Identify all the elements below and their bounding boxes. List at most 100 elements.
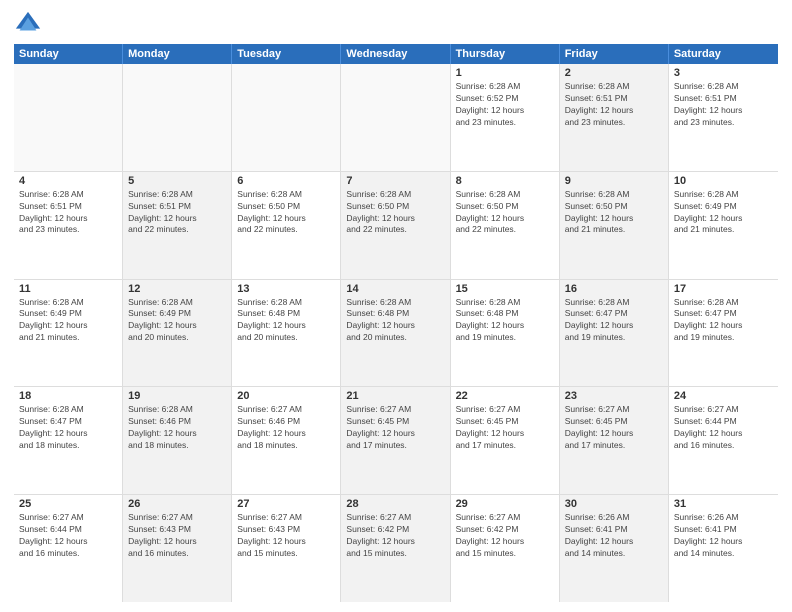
calendar-cell: 14 Sunrise: 6:28 AM Sunset: 6:48 PM Dayli… [341, 280, 450, 387]
day-info: Sunrise: 6:26 AM Sunset: 6:41 PM Dayligh… [565, 512, 663, 560]
calendar-cell: 21 Sunrise: 6:27 AM Sunset: 6:45 PM Dayli… [341, 387, 450, 494]
week-row-1: 1Sunrise: 6:28 AM Sunset: 6:52 PM Daylig… [14, 64, 778, 172]
day-info: Sunrise: 6:27 AM Sunset: 6:46 PM Dayligh… [237, 404, 335, 452]
day-info: Sunrise: 6:28 AM Sunset: 6:51 PM Dayligh… [674, 81, 773, 129]
calendar-cell: 4 Sunrise: 6:28 AM Sunset: 6:51 PM Daylig… [14, 172, 123, 279]
calendar-cell: 10 Sunrise: 6:28 AM Sunset: 6:49 PM Dayli… [669, 172, 778, 279]
day-number: 22 [456, 390, 554, 402]
day-number: 9 [565, 175, 663, 187]
day-info: Sunrise: 6:27 AM Sunset: 6:45 PM Dayligh… [456, 404, 554, 452]
day-number: 24 [674, 390, 773, 402]
calendar-cell: 15Sunrise: 6:28 AM Sunset: 6:48 PM Dayli… [451, 280, 560, 387]
day-number: 30 [565, 498, 663, 510]
calendar-cell: 23 Sunrise: 6:27 AM Sunset: 6:45 PM Dayli… [560, 387, 669, 494]
day-info: Sunrise: 6:27 AM Sunset: 6:43 PM Dayligh… [237, 512, 335, 560]
day-info: Sunrise: 6:28 AM Sunset: 6:50 PM Dayligh… [346, 189, 444, 237]
calendar-cell [123, 64, 232, 171]
day-info: Sunrise: 6:28 AM Sunset: 6:52 PM Dayligh… [456, 81, 554, 129]
header-tuesday: Tuesday [232, 44, 341, 64]
calendar-cell: 19Sunrise: 6:28 AM Sunset: 6:46 PM Dayli… [123, 387, 232, 494]
calendar: Sunday Monday Tuesday Wednesday Thursday… [14, 44, 778, 602]
logo [14, 10, 46, 38]
day-info: Sunrise: 6:28 AM Sunset: 6:50 PM Dayligh… [237, 189, 335, 237]
calendar-cell: 27 Sunrise: 6:27 AM Sunset: 6:43 PM Dayli… [232, 495, 341, 602]
day-number: 20 [237, 390, 335, 402]
day-info: Sunrise: 6:28 AM Sunset: 6:51 PM Dayligh… [19, 189, 117, 237]
day-number: 10 [674, 175, 773, 187]
day-info: Sunrise: 6:28 AM Sunset: 6:46 PM Dayligh… [128, 404, 226, 452]
day-number: 7 [346, 175, 444, 187]
day-number: 3 [674, 67, 773, 79]
page: Sunday Monday Tuesday Wednesday Thursday… [0, 0, 792, 612]
day-number: 27 [237, 498, 335, 510]
header-wednesday: Wednesday [341, 44, 450, 64]
day-info: Sunrise: 6:27 AM Sunset: 6:43 PM Dayligh… [128, 512, 226, 560]
calendar-cell: 3 Sunrise: 6:28 AM Sunset: 6:51 PM Daylig… [669, 64, 778, 171]
day-number: 8 [456, 175, 554, 187]
day-info: Sunrise: 6:28 AM Sunset: 6:49 PM Dayligh… [674, 189, 773, 237]
week-row-4: 18 Sunrise: 6:28 AM Sunset: 6:47 PM Dayli… [14, 387, 778, 495]
calendar-cell: 29 Sunrise: 6:27 AM Sunset: 6:42 PM Dayli… [451, 495, 560, 602]
day-info: Sunrise: 6:28 AM Sunset: 6:47 PM Dayligh… [19, 404, 117, 452]
calendar-cell: 6 Sunrise: 6:28 AM Sunset: 6:50 PM Daylig… [232, 172, 341, 279]
day-number: 14 [346, 283, 444, 295]
calendar-cell [14, 64, 123, 171]
calendar-cell: 16 Sunrise: 6:28 AM Sunset: 6:47 PM Dayli… [560, 280, 669, 387]
day-number: 11 [19, 283, 117, 295]
day-info: Sunrise: 6:26 AM Sunset: 6:41 PM Dayligh… [674, 512, 773, 560]
day-info: Sunrise: 6:28 AM Sunset: 6:50 PM Dayligh… [565, 189, 663, 237]
calendar-cell: 26Sunrise: 6:27 AM Sunset: 6:43 PM Dayli… [123, 495, 232, 602]
calendar-cell: 1Sunrise: 6:28 AM Sunset: 6:52 PM Daylig… [451, 64, 560, 171]
day-info: Sunrise: 6:27 AM Sunset: 6:45 PM Dayligh… [346, 404, 444, 452]
day-number: 12 [128, 283, 226, 295]
day-info: Sunrise: 6:28 AM Sunset: 6:47 PM Dayligh… [565, 297, 663, 345]
calendar-cell [341, 64, 450, 171]
calendar-body: 1Sunrise: 6:28 AM Sunset: 6:52 PM Daylig… [14, 64, 778, 602]
header-sunday: Sunday [14, 44, 123, 64]
day-number: 4 [19, 175, 117, 187]
day-number: 15 [456, 283, 554, 295]
day-info: Sunrise: 6:27 AM Sunset: 6:44 PM Dayligh… [19, 512, 117, 560]
calendar-header: Sunday Monday Tuesday Wednesday Thursday… [14, 44, 778, 64]
week-row-3: 11 Sunrise: 6:28 AM Sunset: 6:49 PM Dayli… [14, 280, 778, 388]
day-number: 23 [565, 390, 663, 402]
day-info: Sunrise: 6:28 AM Sunset: 6:50 PM Dayligh… [456, 189, 554, 237]
calendar-cell: 22 Sunrise: 6:27 AM Sunset: 6:45 PM Dayli… [451, 387, 560, 494]
day-info: Sunrise: 6:28 AM Sunset: 6:48 PM Dayligh… [346, 297, 444, 345]
day-number: 18 [19, 390, 117, 402]
header [14, 10, 778, 38]
calendar-cell: 11Sunrise: 6:28 AM Sunset: 6:49 PM Dayli… [14, 280, 123, 387]
header-monday: Monday [123, 44, 232, 64]
calendar-cell: 13Sunrise: 6:28 AM Sunset: 6:48 PM Dayli… [232, 280, 341, 387]
calendar-cell: 28 Sunrise: 6:27 AM Sunset: 6:42 PM Dayli… [341, 495, 450, 602]
day-number: 16 [565, 283, 663, 295]
calendar-cell: 20 Sunrise: 6:27 AM Sunset: 6:46 PM Dayli… [232, 387, 341, 494]
calendar-cell [232, 64, 341, 171]
week-row-5: 25 Sunrise: 6:27 AM Sunset: 6:44 PM Dayli… [14, 495, 778, 602]
calendar-cell: 12 Sunrise: 6:28 AM Sunset: 6:49 PM Dayli… [123, 280, 232, 387]
day-info: Sunrise: 6:28 AM Sunset: 6:49 PM Dayligh… [128, 297, 226, 345]
day-number: 13 [237, 283, 335, 295]
day-number: 28 [346, 498, 444, 510]
day-number: 29 [456, 498, 554, 510]
calendar-cell: 17Sunrise: 6:28 AM Sunset: 6:47 PM Dayli… [669, 280, 778, 387]
day-info: Sunrise: 6:27 AM Sunset: 6:45 PM Dayligh… [565, 404, 663, 452]
day-number: 6 [237, 175, 335, 187]
calendar-cell: 2Sunrise: 6:28 AM Sunset: 6:51 PM Daylig… [560, 64, 669, 171]
header-friday: Friday [560, 44, 669, 64]
day-number: 25 [19, 498, 117, 510]
day-number: 2 [565, 67, 663, 79]
week-row-2: 4 Sunrise: 6:28 AM Sunset: 6:51 PM Daylig… [14, 172, 778, 280]
calendar-cell: 24 Sunrise: 6:27 AM Sunset: 6:44 PM Dayli… [669, 387, 778, 494]
calendar-cell: 18 Sunrise: 6:28 AM Sunset: 6:47 PM Dayli… [14, 387, 123, 494]
header-saturday: Saturday [669, 44, 778, 64]
day-info: Sunrise: 6:27 AM Sunset: 6:42 PM Dayligh… [346, 512, 444, 560]
day-number: 21 [346, 390, 444, 402]
day-info: Sunrise: 6:27 AM Sunset: 6:42 PM Dayligh… [456, 512, 554, 560]
day-number: 5 [128, 175, 226, 187]
calendar-cell: 9 Sunrise: 6:28 AM Sunset: 6:50 PM Daylig… [560, 172, 669, 279]
calendar-cell: 25 Sunrise: 6:27 AM Sunset: 6:44 PM Dayli… [14, 495, 123, 602]
calendar-cell: 5Sunrise: 6:28 AM Sunset: 6:51 PM Daylig… [123, 172, 232, 279]
header-thursday: Thursday [451, 44, 560, 64]
day-info: Sunrise: 6:27 AM Sunset: 6:44 PM Dayligh… [674, 404, 773, 452]
